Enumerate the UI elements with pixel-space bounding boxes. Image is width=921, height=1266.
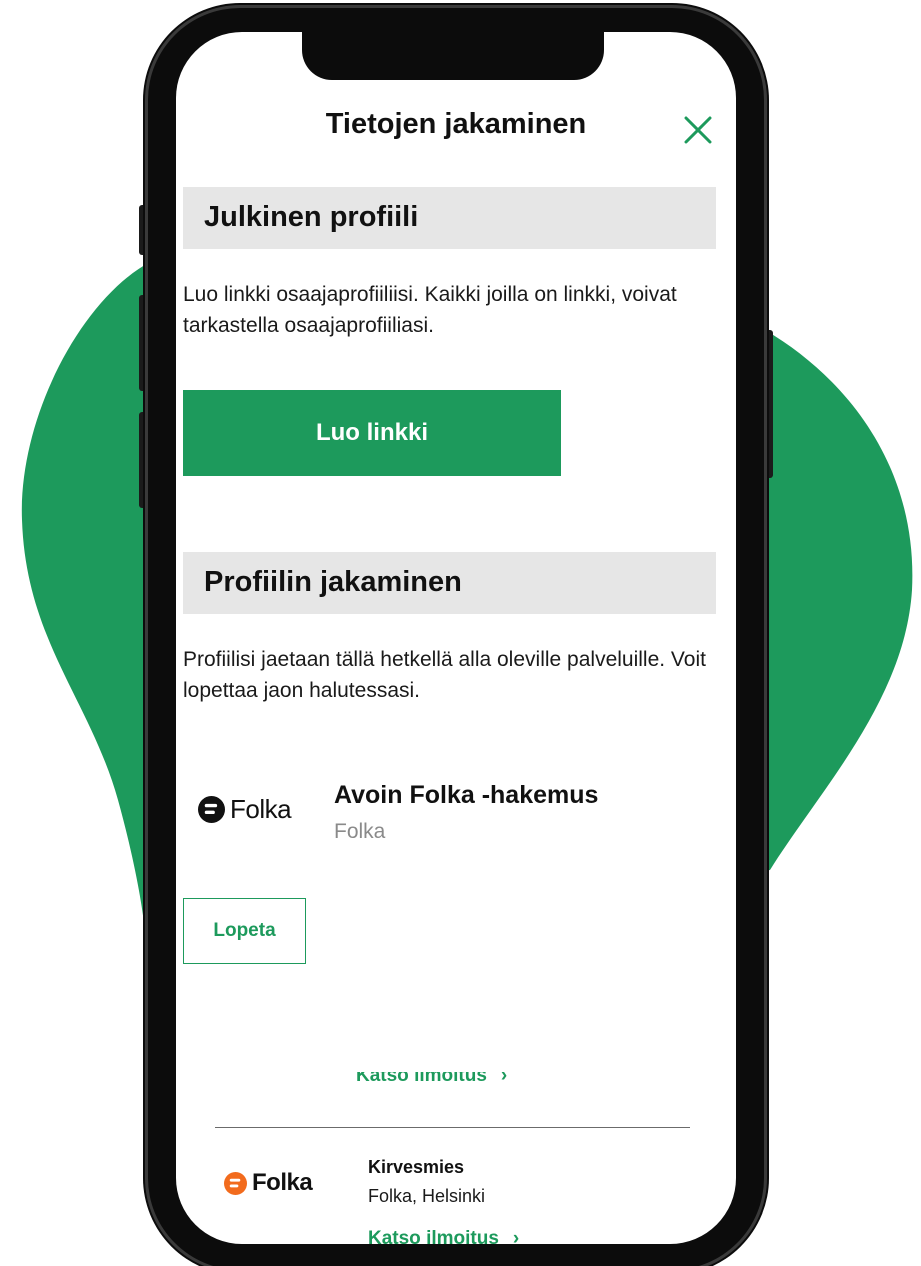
modal-title: Tietojen jakaminen: [325, 108, 587, 140]
listing-divider: [215, 1127, 690, 1128]
service-provider: Folka: [334, 820, 386, 843]
power-button: [764, 330, 773, 478]
close-icon: [684, 116, 712, 144]
chevron-right-icon: ›: [500, 1072, 508, 1086]
public-profile-description: Luo linkki osaajaprofiiliisi. Kaikki joi…: [183, 283, 677, 337]
phone-screen: Katso ilmoitus › Folka Kirvesmies Folka, …: [176, 32, 736, 1244]
public-profile-heading: Julkinen profiili: [204, 201, 419, 233]
service-name: Avoin Folka -hakemus: [334, 781, 599, 809]
chevron-right-icon: ›: [512, 1228, 520, 1244]
folka-logo-icon: [224, 1171, 247, 1195]
background-view-listing-label: Katso ilmoitus: [356, 1072, 487, 1086]
phone-frame: Katso ilmoitus › Folka Kirvesmies Folka, …: [148, 8, 764, 1266]
mute-switch: [139, 205, 148, 255]
job-view-listing-link[interactable]: Katso ilmoitus ›: [368, 1228, 519, 1244]
job-listing-link-clip: Katso ilmoitus ›: [356, 1226, 576, 1244]
volume-up-button: [139, 295, 148, 391]
profile-sharing-heading: Profiilin jakaminen: [204, 566, 462, 598]
job-logo: Folka: [224, 1169, 313, 1197]
public-profile-header: Julkinen profiili: [183, 187, 716, 249]
background-view-listing-link[interactable]: Katso ilmoitus ›: [356, 1072, 507, 1087]
stop-sharing-button[interactable]: Lopeta: [183, 898, 306, 964]
folka-logo-icon: [198, 796, 225, 823]
job-view-listing-label: Katso ilmoitus: [368, 1228, 499, 1244]
job-logo-text: Folka: [252, 1169, 313, 1196]
background-listing-link-clip: Katso ilmoitus ›: [356, 1072, 556, 1099]
close-button[interactable]: [678, 110, 718, 150]
stage: Katso ilmoitus › Folka Kirvesmies Folka, …: [0, 0, 921, 1266]
profile-sharing-description: Profiilisi jaetaan tällä hetkellä alla o…: [183, 648, 706, 702]
create-link-button[interactable]: Luo linkki: [183, 390, 561, 476]
service-logo-text: Folka: [230, 794, 292, 824]
service-logo: Folka: [198, 794, 292, 825]
job-title[interactable]: Kirvesmies: [368, 1157, 464, 1178]
volume-down-button: [139, 412, 148, 508]
profile-sharing-header: Profiilin jakaminen: [183, 552, 716, 614]
job-company: Folka, Helsinki: [368, 1186, 486, 1206]
phone-notch: [302, 32, 604, 80]
